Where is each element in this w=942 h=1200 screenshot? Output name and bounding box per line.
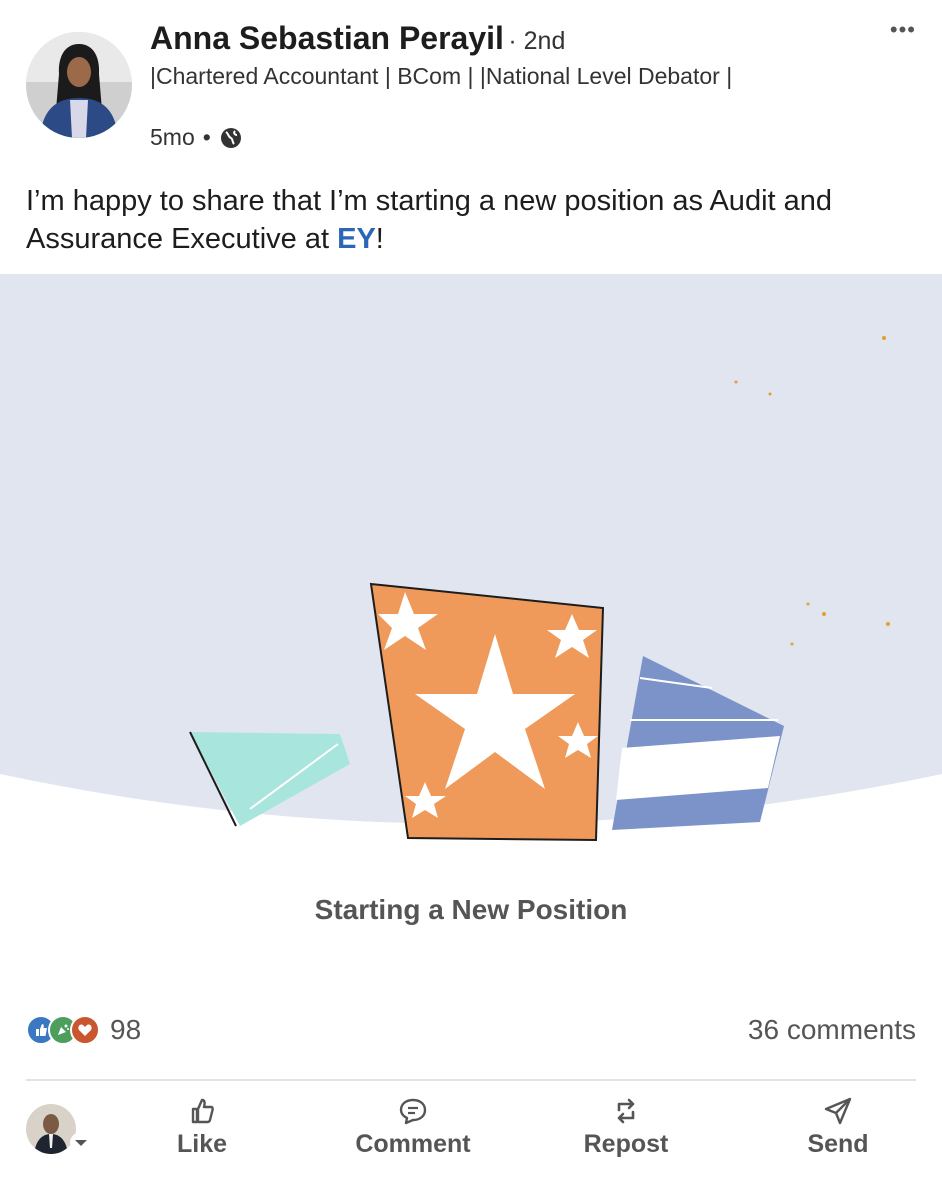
- more-options-icon[interactable]: •••: [890, 19, 916, 41]
- post-text: I’m happy to share that I’m starting a n…: [26, 182, 906, 258]
- send-label: Send: [807, 1130, 869, 1158]
- post-action-bar: Like Comment Repost Send: [0, 1090, 942, 1190]
- author-line: Anna Sebastian Perayil · 2nd: [150, 20, 565, 57]
- repost-icon: [617, 1098, 635, 1124]
- new-position-illustration: [0, 274, 942, 874]
- comments-count-link[interactable]: 36 comments: [748, 1014, 916, 1046]
- like-label: Like: [176, 1130, 228, 1158]
- orange-star-panel-shape: [369, 582, 605, 842]
- meta-separator: •: [202, 124, 211, 150]
- globe-icon: [219, 126, 243, 150]
- image-caption: Starting a New Position: [314, 894, 628, 925]
- comment-icon: [399, 1098, 427, 1125]
- comment-button[interactable]: Comment: [333, 1096, 493, 1159]
- send-button[interactable]: Send: [758, 1096, 918, 1159]
- reactions-summary[interactable]: 98: [26, 1014, 141, 1046]
- like-button[interactable]: Like: [122, 1096, 282, 1159]
- post-text-body: I’m happy to share that I’m starting a n…: [26, 185, 833, 255]
- connection-degree: · 2nd: [508, 27, 566, 55]
- post-header: Anna Sebastian Perayil · 2nd |Chartered …: [0, 0, 942, 165]
- post-image-card[interactable]: Starting a New Position: [0, 274, 942, 972]
- love-reaction-icon: [70, 1015, 100, 1045]
- post-time: 5mo: [150, 124, 195, 150]
- company-mention-link[interactable]: EY: [337, 223, 376, 255]
- social-counts: 98 36 comments: [26, 1010, 916, 1052]
- author-headline: |Chartered Accountant | BCom | |National…: [150, 63, 733, 89]
- post-meta: 5mo •: [150, 124, 243, 151]
- thumbs-up-icon: [191, 1098, 214, 1124]
- reaction-count: 98: [110, 1014, 142, 1045]
- author-name[interactable]: Anna Sebastian Perayil: [150, 20, 504, 56]
- repost-label: Repost: [583, 1130, 669, 1158]
- chevron-down-icon[interactable]: [70, 1132, 92, 1154]
- my-avatar[interactable]: [26, 1104, 76, 1154]
- post-text-end: !: [375, 223, 384, 255]
- action-divider: [26, 1079, 916, 1081]
- author-avatar[interactable]: [26, 32, 132, 138]
- send-icon: [824, 1097, 852, 1125]
- comment-label: Comment: [355, 1130, 471, 1158]
- repost-button[interactable]: Repost: [546, 1096, 706, 1159]
